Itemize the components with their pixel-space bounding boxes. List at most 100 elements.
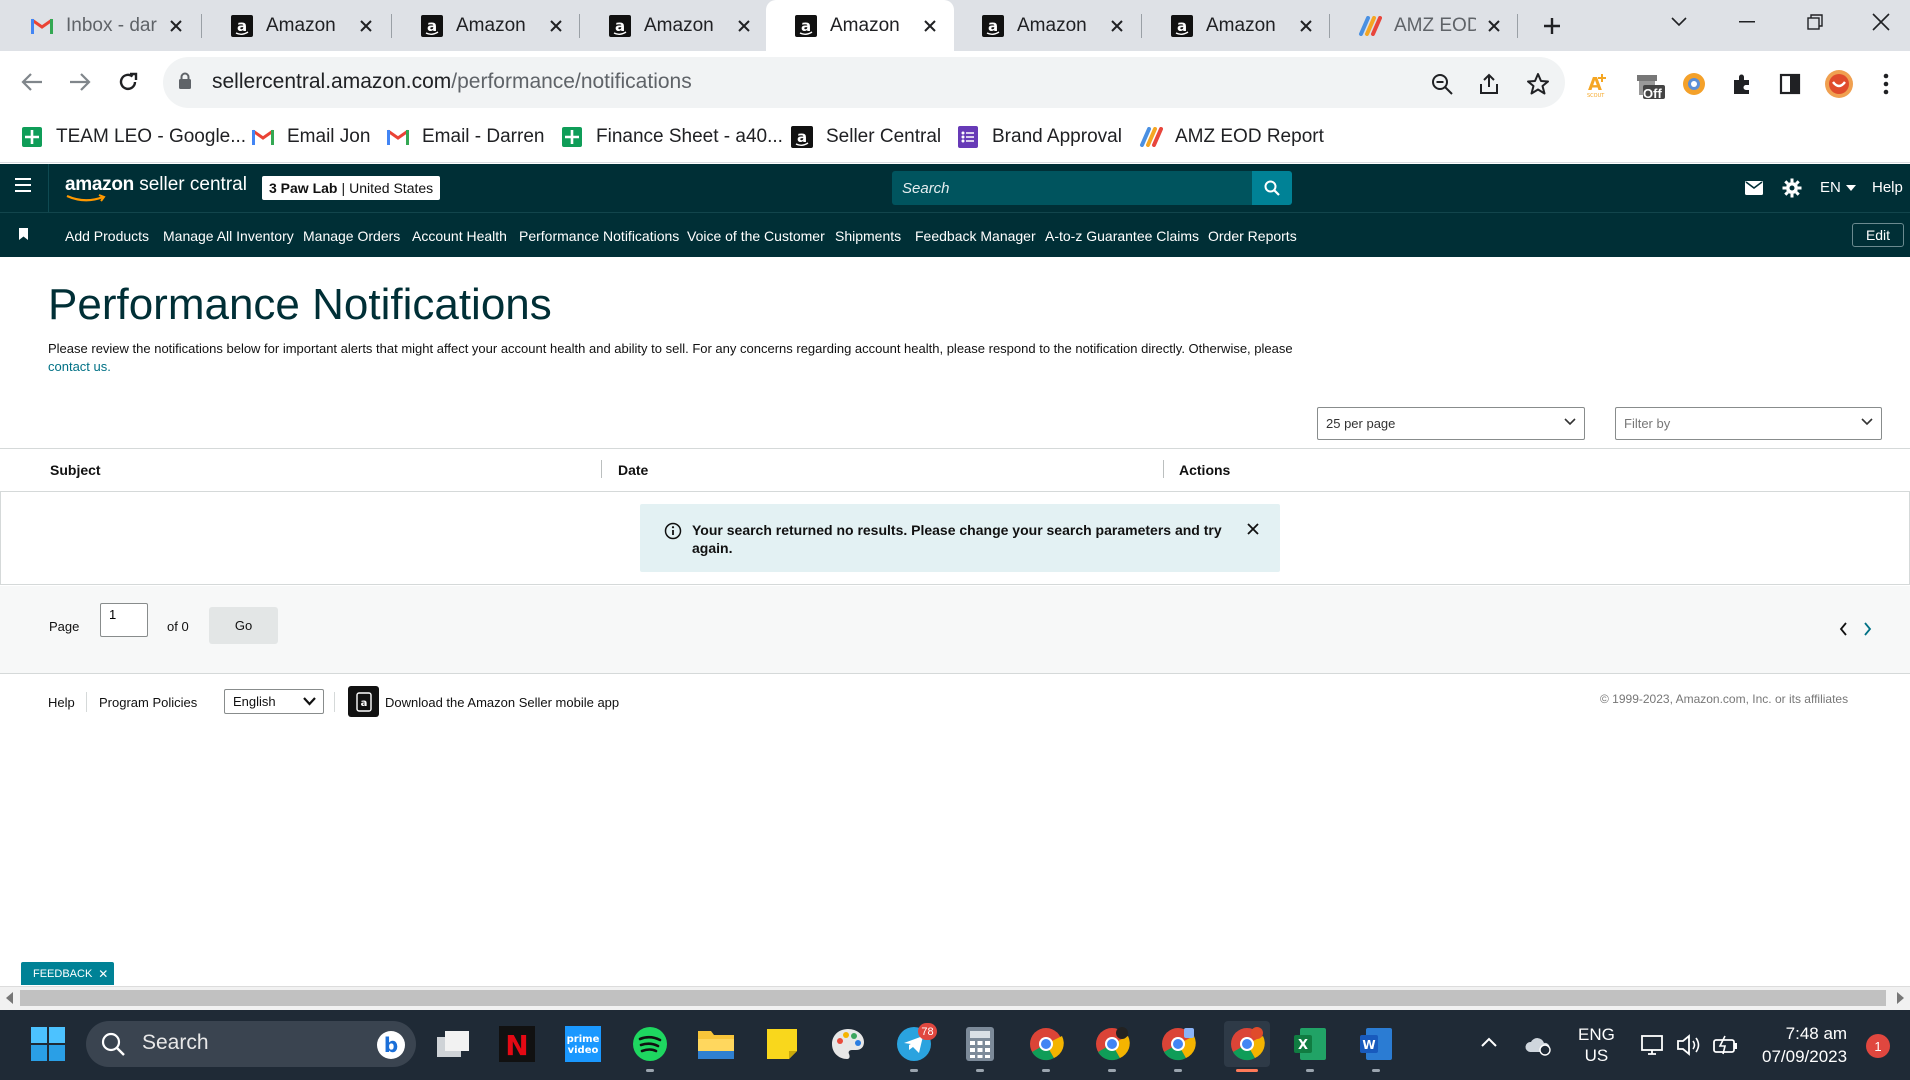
browser-tab[interactable]: a Amazon	[392, 0, 580, 51]
bookmark-item[interactable]: TEAM LEO - Google...	[20, 122, 246, 152]
close-icon[interactable]	[356, 16, 376, 36]
file-explorer-icon[interactable]	[696, 1024, 736, 1064]
close-icon[interactable]: ✕	[98, 967, 108, 981]
share-icon[interactable]	[1475, 70, 1503, 98]
scroll-right-icon[interactable]	[1896, 992, 1904, 1004]
minimize-icon[interactable]	[1718, 0, 1776, 44]
zoom-icon[interactable]	[1428, 70, 1456, 98]
bookmark-icon[interactable]	[19, 228, 28, 240]
bookmark-item[interactable]: Email Jon	[251, 122, 370, 152]
download-app-link[interactable]: Download the Amazon Seller mobile app	[385, 695, 619, 710]
close-icon[interactable]	[1246, 522, 1260, 536]
restore-icon[interactable]	[1786, 0, 1844, 44]
feedback-button[interactable]: FEEDBACK ✕	[21, 962, 115, 985]
close-icon[interactable]	[166, 16, 186, 36]
battery-icon[interactable]	[1712, 1034, 1740, 1056]
forward-button[interactable]	[62, 64, 98, 100]
nav-account-health[interactable]: Account Health	[412, 228, 507, 244]
task-view-icon[interactable]	[433, 1024, 473, 1064]
close-icon[interactable]	[1296, 16, 1316, 36]
seller-central-logo[interactable]: amazon seller central	[65, 174, 247, 202]
netflix-icon[interactable]: N	[497, 1024, 537, 1064]
chrome-profile-icon[interactable]	[1158, 1024, 1198, 1064]
nav-voice-of-customer[interactable]: Voice of the Customer	[687, 228, 825, 244]
spotify-icon[interactable]	[630, 1024, 670, 1064]
hamburger-menu-icon[interactable]	[14, 178, 32, 192]
browser-tab[interactable]: a Amazon	[1142, 0, 1330, 51]
chrome-active-icon[interactable]	[1224, 1021, 1270, 1067]
new-tab-button[interactable]	[1536, 10, 1568, 42]
taskbar-search[interactable]	[86, 1021, 416, 1067]
nav-edit-button[interactable]: Edit	[1852, 223, 1904, 247]
bing-icon[interactable]: b	[376, 1030, 406, 1060]
extensions-puzzle-icon[interactable]	[1726, 68, 1758, 100]
close-icon[interactable]	[734, 16, 754, 36]
bookmark-item[interactable]: AMZ EOD Report	[1139, 122, 1324, 152]
side-panel-icon[interactable]	[1774, 68, 1806, 100]
nav-shipments[interactable]: Shipments	[835, 228, 901, 244]
calculator-icon[interactable]	[960, 1024, 1000, 1064]
sticky-notes-icon[interactable]	[762, 1024, 802, 1064]
page-number-input[interactable]	[100, 603, 148, 637]
lock-icon[interactable]	[178, 72, 192, 90]
volume-icon[interactable]	[1676, 1033, 1702, 1057]
scrollbar-thumb[interactable]	[20, 990, 1886, 1006]
chevron-left-icon[interactable]	[1839, 622, 1848, 636]
seller-search-input[interactable]	[892, 171, 1252, 205]
browser-tab[interactable]: AMZ EOD R	[1330, 0, 1518, 51]
browser-tab[interactable]: a Amazon	[953, 0, 1141, 51]
go-button[interactable]: Go	[209, 607, 278, 644]
scroll-left-icon[interactable]	[6, 992, 14, 1004]
bookmark-item[interactable]: Email - Darren	[386, 122, 544, 152]
footer-help-link[interactable]: Help	[48, 695, 75, 710]
footer-language-select[interactable]: English	[224, 689, 324, 714]
chevron-up-icon[interactable]	[1480, 1036, 1498, 1048]
window-close-icon[interactable]	[1852, 0, 1910, 44]
contact-us-link[interactable]: contact us.	[48, 359, 111, 374]
browser-tab[interactable]: Inbox - darr	[2, 0, 200, 51]
column-date[interactable]: Date	[618, 462, 648, 478]
nav-performance-notifications[interactable]: Performance Notifications	[519, 228, 679, 244]
back-button[interactable]	[14, 64, 50, 100]
chevron-right-icon[interactable]	[1863, 622, 1872, 636]
nav-manage-inventory[interactable]: Manage All Inventory	[163, 228, 294, 244]
reload-button[interactable]	[110, 64, 146, 100]
bookmark-item[interactable]: Finance Sheet - a40...	[560, 122, 783, 152]
footer-policies-link[interactable]: Program Policies	[99, 695, 197, 710]
close-icon[interactable]	[920, 16, 940, 36]
close-icon[interactable]	[1484, 16, 1504, 36]
mail-icon[interactable]	[1742, 176, 1766, 200]
notification-badge[interactable]: 1	[1866, 1034, 1890, 1058]
browser-tab[interactable]: a Amazon	[202, 0, 390, 51]
close-icon[interactable]	[1107, 16, 1127, 36]
amazon-seller-app-icon[interactable]: a	[348, 686, 379, 717]
help-link[interactable]: Help	[1872, 179, 1903, 196]
url-text[interactable]: sellercentral.amazon.com/performance/not…	[212, 70, 692, 94]
filter-select[interactable]: Filter by	[1615, 407, 1882, 440]
excel-icon[interactable]: X	[1290, 1024, 1330, 1064]
per-page-select[interactable]: 25 per page	[1317, 407, 1585, 440]
network-icon[interactable]	[1640, 1032, 1666, 1058]
nav-manage-orders[interactable]: Manage Orders	[303, 228, 400, 244]
browser-tab[interactable]: a Amazon	[580, 0, 768, 51]
language-selector[interactable]: EN	[1820, 179, 1856, 196]
word-icon[interactable]: W	[1356, 1024, 1396, 1064]
chrome-icon[interactable]	[1026, 1024, 1066, 1064]
search-button[interactable]	[1252, 171, 1292, 205]
tab-search-icon[interactable]	[1650, 0, 1708, 44]
nav-order-reports[interactable]: Order Reports	[1208, 228, 1297, 244]
prime-video-icon[interactable]: prime video	[563, 1024, 603, 1064]
bookmark-item[interactable]: Brand Approval	[956, 122, 1122, 152]
paint-icon[interactable]	[828, 1024, 868, 1064]
store-switcher[interactable]: 3 Paw Lab | United States	[262, 176, 441, 200]
column-subject[interactable]: Subject	[50, 462, 101, 478]
taskbar-clock[interactable]: 7:48 am 07/09/2023	[1762, 1022, 1847, 1068]
bookmark-item[interactable]: a Seller Central	[790, 122, 941, 152]
chrome-profile-icon[interactable]	[1092, 1024, 1132, 1064]
browser-tab-active[interactable]: a Amazon	[766, 0, 954, 51]
close-icon[interactable]	[546, 16, 566, 36]
orange-circle-extension-icon[interactable]	[1678, 68, 1710, 100]
gear-icon[interactable]	[1780, 176, 1804, 200]
nav-atoz-claims[interactable]: A-to-z Guarantee Claims	[1045, 228, 1199, 244]
windows-start-icon[interactable]	[30, 1026, 66, 1062]
